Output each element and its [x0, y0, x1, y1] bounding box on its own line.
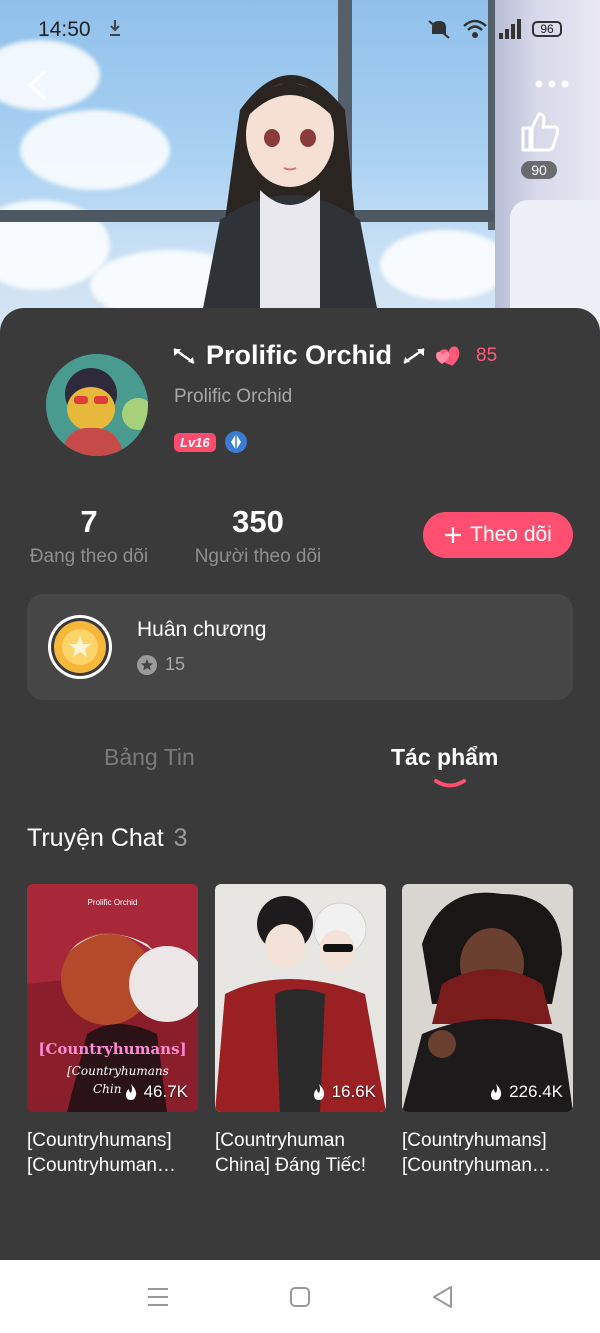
fire-icon — [313, 1084, 324, 1100]
story-card[interactable]: Prolific Orchid [Countryhumans] [Country… — [27, 884, 198, 1178]
plus-icon — [445, 527, 462, 543]
story-title: [Countryhuman China] Đáng Tiếc! — [215, 1130, 367, 1176]
following-label: Đang theo dõi — [29, 546, 149, 567]
fire-icon — [491, 1084, 502, 1100]
level-badge[interactable]: Lv16 — [174, 432, 216, 452]
profile-card: Prolific Orchid 85 Prolific Orchid Lv16 … — [0, 308, 600, 1268]
followers-count: 350 — [232, 504, 284, 539]
profile-name-row: Prolific Orchid 85 — [172, 340, 497, 371]
following-count: 7 — [80, 504, 98, 539]
hearts-icon — [436, 346, 460, 366]
medals-card[interactable]: Huân chương 15 — [27, 594, 573, 700]
status-time: 14:50 — [38, 18, 91, 41]
cupid-arrow-right-icon — [403, 347, 425, 364]
story-cover: 226.4K — [402, 884, 573, 1112]
battery-indicator: 96 — [532, 21, 562, 37]
medals-count: 15 — [165, 654, 186, 674]
story-views: 226.4K — [489, 1082, 563, 1102]
medal-icon — [48, 615, 112, 679]
banner-character-illustration — [196, 75, 384, 340]
story-views: 46.7K — [124, 1082, 188, 1102]
story-views-count: 226.4K — [509, 1082, 563, 1101]
fire-icon — [125, 1084, 136, 1100]
verified-diamond-icon[interactable] — [224, 430, 248, 454]
follow-button[interactable]: Theo dõi — [423, 512, 573, 558]
medals-title: Huân chương — [137, 618, 267, 641]
tab-works[interactable]: Tác phẩm — [391, 744, 498, 771]
section-title: Truyện Chat 3 — [27, 824, 188, 853]
profile-badges: Lv16 — [174, 430, 248, 454]
story-cover-image — [402, 884, 573, 1112]
tab-feed[interactable]: Bảng Tin — [104, 744, 195, 771]
like-count: 90 — [521, 161, 557, 179]
section-count: 3 — [173, 824, 188, 852]
follow-button-label: Theo dõi — [470, 523, 552, 546]
hearts-count: 85 — [476, 344, 498, 366]
followers-stat[interactable]: 350 Người theo dõi — [190, 504, 326, 568]
story-views: 16.6K — [312, 1082, 376, 1102]
story-cover: Prolific Orchid [Countryhumans] [Country… — [27, 884, 198, 1112]
thumbs-up-icon — [521, 112, 560, 152]
story-cover-author: Prolific Orchid — [87, 898, 138, 907]
mute-icon — [428, 20, 450, 39]
story-title: [Countryhumans] [Countryhuman… — [27, 1130, 176, 1176]
signal-icon — [499, 19, 521, 39]
status-bar: 14:50 96 — [0, 0, 600, 60]
story-views-count: 16.6K — [331, 1082, 376, 1101]
story-cover-subtitle-2: Chin — [93, 1082, 122, 1096]
like-button[interactable]: 90 — [514, 110, 564, 182]
story-card[interactable]: 226.4K [Countryhumans] [Countryhuman… — [402, 884, 573, 1178]
home-icon[interactable] — [287, 1284, 313, 1310]
back-button[interactable] — [22, 66, 54, 104]
medals-count-row: 15 — [137, 654, 185, 675]
story-cover: 16.6K — [215, 884, 386, 1112]
profile-name: Prolific Orchid — [206, 340, 393, 370]
profile-banner: 14:50 96 90 — [0, 0, 600, 340]
star-badge-icon — [137, 654, 157, 675]
wifi-icon — [463, 19, 487, 38]
profile-handle: Prolific Orchid — [174, 386, 293, 407]
followers-label: Người theo dõi — [194, 546, 322, 567]
story-title: [Countryhumans] [Countryhuman… — [402, 1130, 551, 1176]
story-cover-image — [215, 884, 386, 1112]
section-title-label: Truyện Chat — [27, 824, 164, 852]
active-tab-indicator — [434, 779, 466, 788]
story-cover-subtitle: [Countryhumans — [67, 1064, 169, 1078]
following-stat[interactable]: 7 Đang theo dõi — [27, 504, 151, 568]
system-nav-bar — [0, 1260, 600, 1333]
more-options-icon[interactable] — [534, 76, 570, 92]
avatar[interactable] — [46, 354, 148, 456]
story-cover-title: [Countryhumans] — [38, 1040, 187, 1058]
back-nav-icon[interactable] — [430, 1284, 456, 1310]
download-icon — [110, 20, 120, 36]
menu-icon[interactable] — [145, 1284, 171, 1310]
avatar-image — [46, 354, 148, 456]
cupid-arrow-left-icon — [173, 347, 195, 364]
story-views-count: 46.7K — [143, 1082, 188, 1101]
story-card[interactable]: 16.6K [Countryhuman China] Đáng Tiếc! — [215, 884, 386, 1178]
